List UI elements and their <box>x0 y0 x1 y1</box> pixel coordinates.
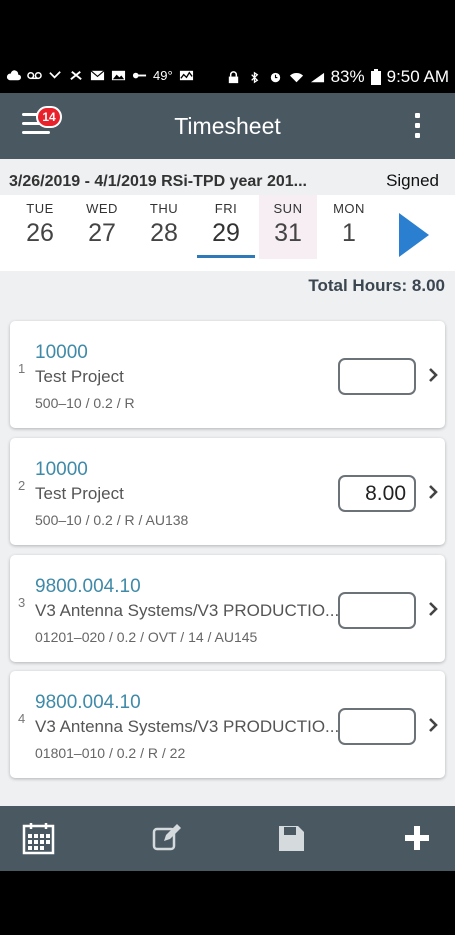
calendar-icon[interactable] <box>22 821 56 855</box>
battery-icon <box>370 69 381 85</box>
chevron-right-icon[interactable] <box>426 715 440 735</box>
total-hours: Total Hours: 8.00 <box>308 276 445 295</box>
status-icons-left: 49° <box>6 68 194 83</box>
alarm-icon <box>270 72 280 82</box>
timesheet-content: 3/26/2019 - 4/1/2019 RSi-TPD year 201...… <box>0 159 455 806</box>
timesheet-entry[interactable]: 4 9800.004.10 V3 Antenna Systems/V3 PROD… <box>10 671 445 778</box>
bluetooth-icon <box>250 71 258 83</box>
image-icon <box>111 70 126 81</box>
project-code: 10000 <box>35 459 88 480</box>
task-path: 500–10 / 0.2 / R / AU138 <box>35 512 189 528</box>
day-name: THU <box>149 201 179 216</box>
next-week-icon[interactable] <box>399 213 429 257</box>
timesheet-entry[interactable]: 1 10000 Test Project 500–10 / 0.2 / R <box>10 321 445 428</box>
lock-icon <box>228 70 238 83</box>
tools-icon <box>70 71 82 80</box>
hours-input[interactable] <box>338 592 416 629</box>
entry-index: 3 <box>18 595 26 610</box>
project-name: Test Project <box>35 484 124 503</box>
period-header: 3/26/2019 - 4/1/2019 RSi-TPD year 201...… <box>0 159 455 195</box>
entry-index: 2 <box>18 478 26 493</box>
timesheet-entry[interactable]: 2 10000 Test Project 500–10 / 0.2 / R / … <box>10 438 445 545</box>
entry-index: 1 <box>18 361 26 376</box>
task-path: 500–10 / 0.2 / R <box>35 395 135 411</box>
period-range[interactable]: 3/26/2019 - 4/1/2019 RSi-TPD year 201... <box>9 173 307 191</box>
project-code: 9800.004.10 <box>35 576 141 597</box>
temperature: 49° <box>153 68 173 83</box>
day-date: 29 <box>212 219 240 247</box>
day-selector: TUE 26 WED 27 THU 28 FRI 29 SUN 31 MON 1 <box>0 195 455 271</box>
task-path: 01801–010 / 0.2 / R / 22 <box>35 745 186 761</box>
day-tue[interactable]: TUE 26 <box>11 195 69 259</box>
hours-input[interactable] <box>338 358 416 395</box>
clock: 9:50 AM <box>386 67 449 86</box>
missed-call-icon <box>49 71 61 79</box>
wifi-icon <box>289 72 303 82</box>
day-date: 31 <box>274 219 302 247</box>
add-icon[interactable] <box>400 821 434 855</box>
status-bar: 49° 83% 9:50 AM <box>0 0 455 93</box>
day-name: SUN <box>273 201 303 216</box>
hours-input[interactable] <box>338 708 416 745</box>
status-label: Signed <box>386 171 439 190</box>
day-date: 26 <box>26 219 54 247</box>
system-nav-bar <box>0 871 455 935</box>
voicemail-icon <box>27 71 42 80</box>
day-wed[interactable]: WED 27 <box>73 195 131 259</box>
day-name: WED <box>86 201 118 216</box>
chevron-right-icon[interactable] <box>426 599 440 619</box>
task-path: 01201–020 / 0.2 / OVT / 14 / AU145 <box>35 629 258 645</box>
chevron-right-icon[interactable] <box>426 365 440 385</box>
day-mon[interactable]: MON 1 <box>320 195 378 259</box>
day-date: 1 <box>342 219 356 247</box>
more-options-icon[interactable] <box>413 113 421 139</box>
key-icon <box>132 72 147 79</box>
entry-index: 4 <box>18 711 26 726</box>
chevron-right-icon[interactable] <box>426 482 440 502</box>
day-name: MON <box>333 201 365 216</box>
status-icons-right: 83% 9:50 AM <box>226 67 449 87</box>
project-code: 9800.004.10 <box>35 692 141 713</box>
project-code: 10000 <box>35 342 88 363</box>
day-fri[interactable]: FRI 29 <box>197 195 255 259</box>
app-bar: 14 Timesheet <box>0 93 455 159</box>
battery-percent: 83% <box>330 67 365 86</box>
hours-input[interactable]: 8.00 <box>338 475 416 512</box>
day-date: 27 <box>88 219 116 247</box>
cloud-icon <box>6 70 21 81</box>
project-name: V3 Antenna Systems/V3 PRODUCTIO... <box>35 717 340 736</box>
day-thu[interactable]: THU 28 <box>135 195 193 259</box>
day-sun[interactable]: SUN 31 <box>259 195 317 259</box>
bottom-toolbar <box>0 806 455 871</box>
activity-icon <box>179 70 193 81</box>
edit-icon[interactable] <box>150 821 184 855</box>
day-date: 28 <box>150 219 178 247</box>
save-icon[interactable] <box>274 821 308 855</box>
timesheet-entry[interactable]: 3 9800.004.10 V3 Antenna Systems/V3 PROD… <box>10 555 445 662</box>
page-title: Timesheet <box>174 113 281 139</box>
day-name: TUE <box>26 201 54 216</box>
mail-icon <box>90 70 105 81</box>
day-name: FRI <box>214 201 238 216</box>
project-name: Test Project <box>35 367 124 386</box>
project-name: V3 Antenna Systems/V3 PRODUCTIO... <box>35 601 340 620</box>
signal-icon <box>310 72 324 82</box>
